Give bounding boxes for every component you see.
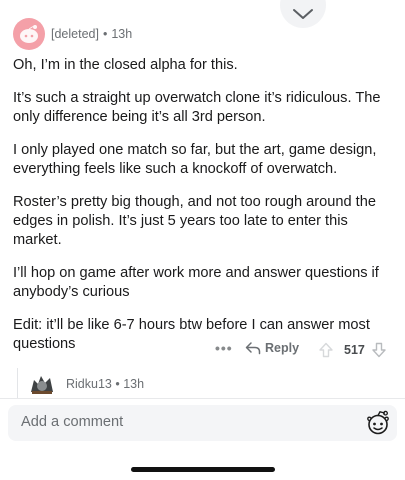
comment-paragraph: Roster’s pretty big though, and not too … [13, 194, 376, 248]
meta-separator: • [102, 27, 108, 41]
collapse-button[interactable] [280, 0, 326, 28]
home-indicator[interactable] [131, 467, 275, 472]
reply-preview-header: Ridku13 • 13h [28, 372, 144, 396]
vote-score: 517 [344, 343, 365, 357]
snoo-icon[interactable] [365, 410, 391, 436]
reply-timestamp: 13h [123, 377, 145, 391]
comment-composer: Add a comment [0, 398, 405, 450]
comment-paragraph: It’s such a straight up overwatch clone … [13, 90, 381, 125]
comment-meta: [deleted] • 13h [51, 27, 132, 41]
reply-username[interactable]: Ridku13 [66, 377, 112, 391]
downvote-arrow-icon[interactable] [371, 342, 387, 358]
upvote-arrow-icon[interactable] [318, 342, 334, 358]
timestamp: 13h [111, 27, 133, 41]
reply-arrow-icon [245, 342, 261, 355]
comment-paragraph: I’ll hop on game after work more and ans… [13, 265, 379, 300]
comment-input[interactable]: Add a comment [8, 405, 397, 441]
comment-placeholder: Add a comment [21, 414, 124, 430]
chevron-down-icon [293, 9, 313, 19]
reply-meta: Ridku13 • 13h [66, 377, 144, 391]
reply-avatar[interactable] [28, 372, 56, 396]
meta-separator: • [115, 377, 120, 391]
avatar[interactable] [13, 18, 45, 50]
comment-body: Oh, I’m in the closed alpha for this. It… [13, 56, 395, 368]
reply-label: Reply [265, 341, 300, 355]
more-options-button[interactable]: ••• [215, 340, 233, 356]
comment-paragraph: Oh, I’m in the closed alpha for this. [13, 57, 238, 73]
username[interactable]: [deleted] [51, 27, 99, 41]
comment-paragraph: I only played one match so far, but the … [13, 142, 377, 177]
thread-line[interactable] [17, 368, 18, 398]
user-avatar-icon [31, 376, 53, 394]
reply-button[interactable]: Reply [245, 341, 299, 355]
snoo-avatar-icon [20, 25, 38, 43]
comment-actions: ••• Reply 517 [0, 340, 405, 362]
comment-header: [deleted] • 13h [13, 18, 132, 50]
